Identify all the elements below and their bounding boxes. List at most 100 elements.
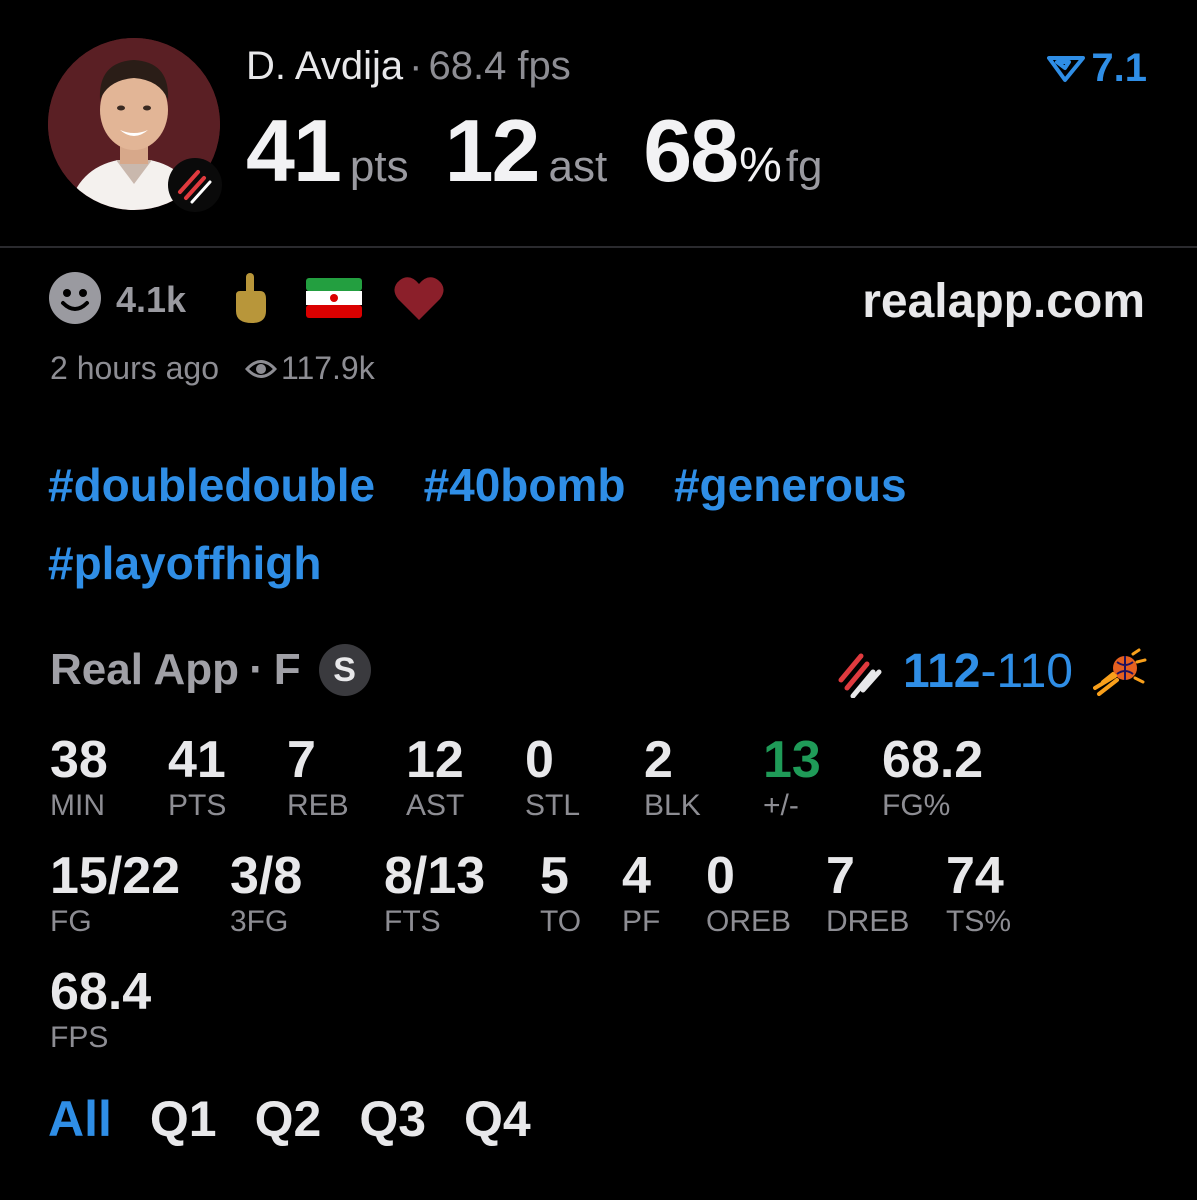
stat-label: PTS (168, 789, 227, 822)
player-name[interactable]: D. Avdija (246, 44, 403, 88)
game-source: Real App (50, 645, 240, 694)
home-score: 112 (903, 645, 981, 698)
stat-value: 41 (168, 731, 226, 789)
stat-label: TS% (946, 905, 1012, 938)
headline-pts-unit: pts (349, 142, 409, 191)
post-time: 2 hours ago (50, 350, 220, 386)
team-logo-icon (168, 158, 222, 212)
stat-ts-pct: 74 TS% (946, 848, 1011, 940)
rating-badge[interactable]: 7.1 (1047, 46, 1147, 91)
stat-min: 38 MIN (50, 732, 108, 824)
stat-label: REB (287, 789, 349, 822)
tab-q1[interactable]: Q1 (150, 1090, 217, 1148)
stat-value: 15/22 (50, 847, 181, 905)
stat-fg-pct: 68.2 FG% (882, 732, 983, 824)
separator-dot: · (409, 44, 423, 88)
headline-fg-pct: % (739, 139, 782, 192)
source-site-link[interactable]: realapp.com (862, 274, 1145, 329)
stat-dreb: 7 DREB (826, 848, 909, 940)
tab-q4[interactable]: Q4 (464, 1090, 531, 1148)
stat-value: 2 (644, 731, 673, 789)
header-divider (0, 246, 1197, 248)
s-badge[interactable]: S (318, 644, 371, 696)
stat-value: 4 (622, 847, 651, 905)
hashtag[interactable]: #generous (674, 446, 907, 524)
headline-ast: 12 (444, 101, 541, 200)
tab-all[interactable]: All (48, 1090, 112, 1148)
hashtag-list: #doubledouble #40bomb #generous #playoff… (48, 446, 1148, 602)
stat-value: 8/13 (384, 847, 486, 905)
stat-value: 0 (706, 847, 735, 905)
stat-to: 5 TO (540, 848, 581, 940)
headline-ast-unit: ast (548, 142, 608, 191)
stat-pf: 4 PF (622, 848, 660, 940)
game-score[interactable]: 112 - 110 (835, 644, 1147, 699)
eye-icon (245, 358, 278, 380)
stat-label: FPS (50, 1021, 109, 1054)
player-name-line: D. Avdija · 68.4 fps (246, 44, 571, 89)
tab-q2[interactable]: Q2 (255, 1090, 322, 1148)
tab-q3[interactable]: Q3 (359, 1090, 426, 1148)
stat-plus-minus: 13 +/- (763, 732, 821, 824)
stat-label: FG (50, 905, 92, 938)
stat-reb: 7 REB (287, 732, 349, 824)
reaction-count[interactable]: 4.1k (116, 279, 186, 321)
stat-label: TO (540, 905, 582, 938)
stat-fts: 8/13 FTS (384, 848, 485, 940)
rating-value: 7.1 (1091, 46, 1147, 90)
heart-emoji[interactable] (392, 274, 446, 327)
stat-value: 74 (946, 847, 1004, 905)
stat-oreb: 0 OREB (706, 848, 791, 940)
stat-value: 7 (287, 731, 316, 789)
view-count: 117.9k (281, 350, 375, 386)
stat-label: +/- (763, 789, 799, 822)
stat-value: 13 (763, 731, 821, 789)
rating-icon (1047, 55, 1086, 82)
player-fps: 68.4 fps (428, 44, 571, 88)
stat-value: 3/8 (230, 847, 303, 905)
quarter-tabs: All Q1 Q2 Q3 Q4 (48, 1090, 531, 1148)
reactions-row: 4.1k (48, 271, 446, 330)
stat-value: 68.2 (882, 731, 984, 789)
stat-value: 5 (540, 847, 569, 905)
stat-pts: 41 PTS (168, 732, 226, 824)
stat-ast: 12 AST (406, 732, 464, 824)
stat-value: 38 (50, 731, 108, 789)
headline-fg-unit: fg (785, 142, 823, 191)
stat-label: DREB (826, 905, 910, 938)
score-dash: - (980, 645, 997, 698)
stat-label: FG% (882, 789, 951, 822)
post-meta: 2 hours ago 117.9k (50, 350, 375, 387)
middle-finger-emoji[interactable] (230, 271, 270, 330)
stat-fps: 68.4 FPS (50, 964, 151, 1056)
headline-pts: 41 (246, 101, 342, 200)
hashtag[interactable]: #playoffhigh (48, 524, 321, 602)
stat-blk: 2 BLK (644, 732, 701, 824)
stat-label: OREB (706, 905, 792, 938)
hashtag[interactable]: #doubledouble (48, 446, 375, 524)
stat-fg: 15/22 FG (50, 848, 180, 940)
stat-label: FTS (384, 905, 441, 938)
stat-label: BLK (644, 789, 701, 822)
stat-label: AST (406, 789, 465, 822)
stat-label: MIN (50, 789, 105, 822)
stat-3fg: 3/8 3FG (230, 848, 302, 940)
headline-stats: 41 pts 12 ast 68 % fg (246, 100, 822, 202)
stat-value: 7 (826, 847, 855, 905)
iran-flag-emoji[interactable] (306, 277, 363, 323)
game-source-line: Real App · F S (50, 644, 371, 696)
stat-label: STL (525, 789, 581, 822)
blazers-logo-icon (835, 646, 883, 698)
stat-value: 68.4 (50, 963, 152, 1021)
stat-label: PF (622, 905, 661, 938)
smiley-icon[interactable] (48, 271, 102, 330)
stat-label: 3FG (230, 905, 289, 938)
stat-stl: 0 STL (525, 732, 580, 824)
hashtag[interactable]: #40bomb (424, 446, 626, 524)
stat-value: 12 (406, 731, 464, 789)
separator-dot: · (249, 645, 264, 694)
stat-value: 0 (525, 731, 554, 789)
headline-fg: 68 (643, 101, 739, 200)
suns-logo-icon (1093, 648, 1147, 696)
away-score: 110 (996, 645, 1073, 698)
